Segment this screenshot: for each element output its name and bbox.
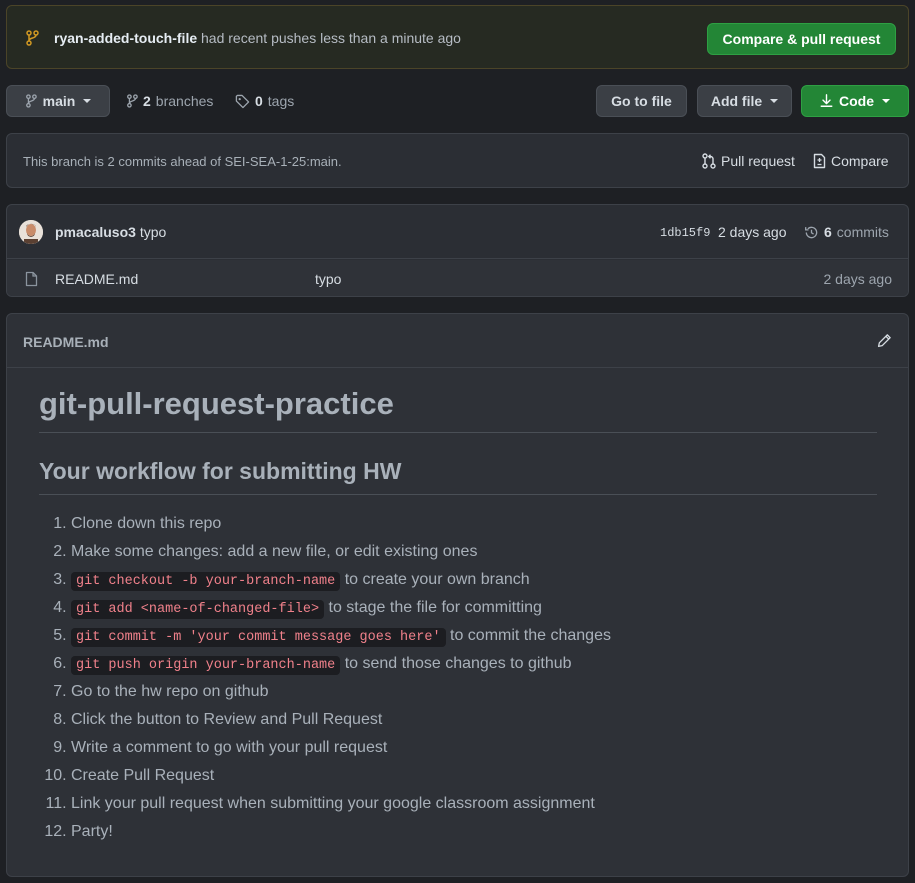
commit-summary: pmacaluso3 typo xyxy=(55,224,166,240)
tags-link[interactable]: 0 tags xyxy=(235,93,294,109)
go-to-file-label: Go to file xyxy=(611,93,672,109)
recent-push-message: ryan-added-touch-file had recent pushes … xyxy=(54,30,461,46)
git-branch-icon xyxy=(25,94,37,108)
commit-sha[interactable]: 1db15f9 xyxy=(660,226,710,240)
file-commit-time: 2 days ago xyxy=(823,271,893,287)
branch-ahead-text: This branch is 2 commits ahead of SEI-SE… xyxy=(23,154,342,169)
tags-label: tags xyxy=(267,93,295,109)
step-text: to commit the changes xyxy=(445,627,611,644)
commits-label: commits xyxy=(836,224,889,240)
pull-request-icon xyxy=(702,153,716,169)
commits-link[interactable]: 6 commits xyxy=(804,224,889,240)
code-label: Code xyxy=(839,93,874,109)
list-item: git push origin your-branch-name to send… xyxy=(71,653,877,681)
code-button[interactable]: Code xyxy=(801,85,909,117)
file-icon xyxy=(25,271,38,290)
file-name[interactable]: README.md xyxy=(55,271,138,287)
pull-request-link[interactable]: Pull request xyxy=(702,153,795,169)
step-text: Write a comment to go with your pull req… xyxy=(71,739,388,756)
list-item: Make some changes: add a new file, or ed… xyxy=(71,541,877,569)
step-text: Link your pull request when submitting y… xyxy=(71,795,595,812)
branch-ahead-box: This branch is 2 commits ahead of SEI-SE… xyxy=(6,133,909,188)
avatar[interactable] xyxy=(19,220,43,244)
list-item: git commit -m 'your commit message goes … xyxy=(71,625,877,653)
chevron-down-icon xyxy=(83,99,92,103)
list-item: Click the button to Review and Pull Requ… xyxy=(71,709,877,737)
readme-content: git-pull-request-practice Your workflow … xyxy=(39,369,877,849)
add-file-label: Add file xyxy=(710,93,763,109)
step-text: Clone down this repo xyxy=(71,515,222,532)
readme-title: git-pull-request-practice xyxy=(39,386,877,433)
readme-filename[interactable]: README.md xyxy=(23,334,109,350)
list-item: Go to the hw repo on github xyxy=(71,681,877,709)
branch-select-button[interactable]: main xyxy=(6,85,110,117)
readme-panel: README.md git-pull-request-practice Your… xyxy=(6,313,909,877)
list-item: Write a comment to go with your pull req… xyxy=(71,737,877,765)
step-code: git add <name-of-changed-file> xyxy=(71,600,325,619)
readme-header: README.md xyxy=(7,314,908,368)
recent-push-banner: ryan-added-touch-file had recent pushes … xyxy=(6,5,909,69)
chevron-down-icon xyxy=(882,99,890,103)
branches-count: 2 xyxy=(143,93,151,109)
commits-count: 6 xyxy=(824,224,832,240)
list-item: Party! xyxy=(71,821,877,849)
branch-select-label: main xyxy=(42,93,76,109)
step-text: to create your own branch xyxy=(340,571,530,588)
latest-commit-row: pmacaluso3 typo 1db15f9 2 days ago 6 com… xyxy=(7,205,908,259)
step-text: Click the button to Review and Pull Requ… xyxy=(71,711,383,728)
compare-label: Compare xyxy=(831,153,889,169)
chevron-down-icon xyxy=(770,99,779,103)
compare-link[interactable]: Compare xyxy=(813,153,889,169)
file-diff-icon xyxy=(813,153,826,169)
commit-time: 2 days ago xyxy=(718,224,787,240)
commit-message[interactable]: typo xyxy=(140,224,166,240)
pencil-icon[interactable] xyxy=(877,333,892,351)
git-branch-icon xyxy=(127,94,138,108)
step-text: Go to the hw repo on github xyxy=(71,683,269,700)
branches-label: branches xyxy=(155,93,214,109)
add-file-button[interactable]: Add file xyxy=(697,85,792,117)
file-row[interactable]: README.md typo 2 days ago xyxy=(7,260,908,296)
branches-link[interactable]: 2 branches xyxy=(126,93,213,109)
file-browser: pmacaluso3 typo 1db15f9 2 days ago 6 com… xyxy=(6,204,909,297)
tag-icon xyxy=(235,94,250,108)
pushed-branch-name[interactable]: ryan-added-touch-file xyxy=(54,30,197,46)
step-text: to send those changes to github xyxy=(340,655,572,672)
step-code: git commit -m 'your commit message goes … xyxy=(71,628,446,647)
list-item: Link your pull request when submitting y… xyxy=(71,793,877,821)
commit-author[interactable]: pmacaluso3 xyxy=(55,224,136,240)
list-item: git checkout -b your-branch-name to crea… xyxy=(71,569,877,597)
file-commit-message[interactable]: typo xyxy=(315,271,341,287)
list-item: Clone down this repo xyxy=(71,513,877,541)
tags-count: 0 xyxy=(255,93,263,109)
step-text: to stage the file for committing xyxy=(324,599,542,616)
step-text: Create Pull Request xyxy=(71,767,215,784)
readme-subtitle: Your workflow for submitting HW xyxy=(39,458,877,495)
step-code: git checkout -b your-branch-name xyxy=(71,572,341,591)
workflow-steps-list: Clone down this repo Make some changes: … xyxy=(39,513,877,849)
go-to-file-button[interactable]: Go to file xyxy=(596,85,687,117)
step-text: Make some changes: add a new file, or ed… xyxy=(71,543,478,560)
history-icon xyxy=(805,226,818,238)
step-code: git push origin your-branch-name xyxy=(71,656,341,675)
compare-pull-request-button[interactable]: Compare & pull request xyxy=(707,23,896,55)
step-text: Party! xyxy=(71,823,113,840)
download-icon xyxy=(820,94,833,107)
list-item: Create Pull Request xyxy=(71,765,877,793)
push-message-text: had recent pushes less than a minute ago xyxy=(201,30,461,46)
pull-request-label: Pull request xyxy=(721,153,795,169)
list-item: git add <name-of-changed-file> to stage … xyxy=(71,597,877,625)
git-branch-icon xyxy=(25,30,39,49)
